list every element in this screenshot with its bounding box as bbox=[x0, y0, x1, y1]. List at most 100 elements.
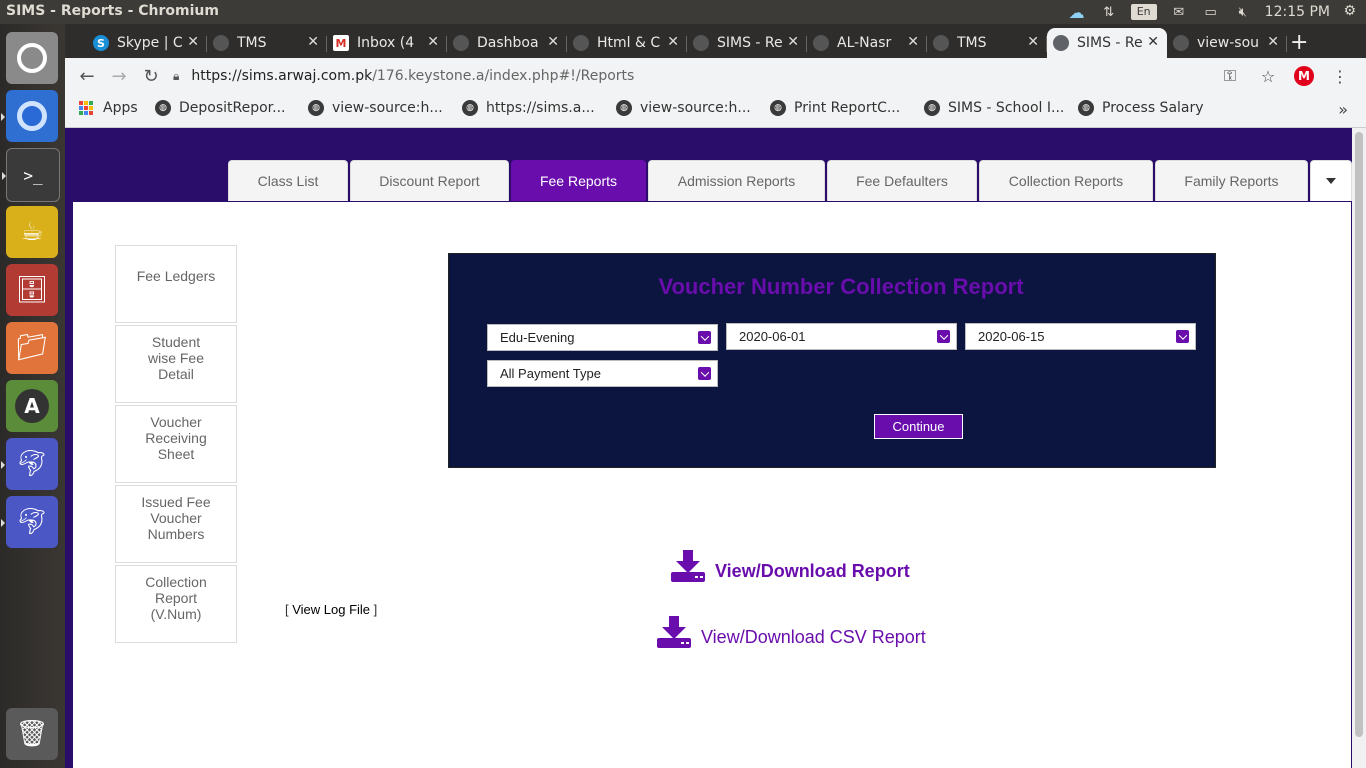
view-download-report-link[interactable]: View/Download Report bbox=[671, 550, 910, 582]
browser-tab[interactable]: Dashboa ✕ bbox=[447, 28, 567, 58]
tabs-more-dropdown[interactable] bbox=[1310, 160, 1352, 201]
tab-collection-reports[interactable]: Collection Reports bbox=[979, 160, 1153, 201]
bookmark-apps[interactable]: Apps bbox=[79, 100, 138, 116]
globe-icon: ◍ bbox=[155, 100, 171, 116]
page-scrollbar[interactable] bbox=[1352, 128, 1366, 768]
browser-tab[interactable]: S Skype | C ✕ bbox=[87, 28, 207, 58]
sidenav-voucher-receiving-sheet[interactable]: Voucher Receiving Sheet bbox=[115, 405, 237, 483]
view-log-file-link[interactable]: View Log File bbox=[292, 602, 370, 617]
forward-arrow-icon[interactable]: → bbox=[107, 64, 131, 88]
date-from-select[interactable]: 2020-06-01 bbox=[726, 323, 957, 350]
browser-tab[interactable]: SIMS - Re ✕ bbox=[1047, 28, 1167, 58]
scrollbar-thumb[interactable] bbox=[1355, 132, 1363, 737]
chromium-launcher-icon[interactable] bbox=[1, 90, 58, 142]
tab-fee-defaulters[interactable]: Fee Defaulters bbox=[827, 160, 977, 201]
volume-muted-icon[interactable]: 🔇︎ bbox=[1233, 4, 1253, 20]
bookmark-item[interactable]: ◍ view-source:h... bbox=[308, 100, 443, 116]
dolphin-launcher-icon-2[interactable]: 🐬︎ bbox=[1, 496, 58, 548]
sidenav-label: Voucher Receiving Sheet bbox=[145, 414, 207, 462]
sidenav-fee-ledgers[interactable]: Fee Ledgers bbox=[115, 245, 237, 323]
browser-tab[interactable]: M Inbox (4 ✕ bbox=[327, 28, 447, 58]
archive-launcher-icon[interactable]: 📁︎ bbox=[6, 322, 58, 374]
date-to-value: 2020-06-15 bbox=[978, 329, 1045, 344]
address-bar[interactable]: 🔒︎ https://sims.arwaj.com.pk/176.keyston… bbox=[173, 62, 1233, 90]
browser-tab[interactable]: TMS ✕ bbox=[927, 28, 1047, 58]
dolphin-launcher-icon[interactable]: 🐬︎ bbox=[1, 438, 58, 490]
bookmark-item[interactable]: ◍ https://sims.a... bbox=[462, 100, 595, 116]
bookmark-item[interactable]: ◍ Process Salary bbox=[1078, 100, 1204, 116]
globe-icon bbox=[213, 35, 229, 51]
bookmark-item[interactable]: ◍ Print ReportC... bbox=[770, 100, 900, 116]
globe-icon: ◍ bbox=[462, 100, 478, 116]
close-tab-icon[interactable]: ✕ bbox=[667, 34, 679, 50]
window-title: SIMS - Reports - Chromium bbox=[6, 3, 219, 19]
battery-icon[interactable]: ▭ bbox=[1201, 4, 1221, 20]
clock[interactable]: 12:15 PM bbox=[1265, 4, 1330, 20]
browser-tab[interactable]: SIMS - Re ✕ bbox=[687, 28, 807, 58]
close-tab-icon[interactable]: ✕ bbox=[307, 34, 319, 50]
close-tab-icon[interactable]: ✕ bbox=[787, 34, 799, 50]
bookmark-label: view-source:h... bbox=[640, 100, 751, 116]
payment-type-select[interactable]: All Payment Type bbox=[487, 360, 718, 387]
continue-button[interactable]: Continue bbox=[874, 414, 963, 439]
tab-discount-report[interactable]: Discount Report bbox=[350, 160, 509, 201]
profile-avatar[interactable]: M bbox=[1294, 66, 1314, 86]
files-launcher-icon[interactable]: 🗄︎ bbox=[6, 264, 58, 316]
tab-admission-reports[interactable]: Admission Reports bbox=[648, 160, 825, 201]
view-download-csv-link[interactable]: View/Download CSV Report bbox=[657, 616, 926, 648]
teapot-launcher-icon[interactable]: ☕ bbox=[6, 206, 58, 258]
mail-icon[interactable]: ✉ bbox=[1169, 4, 1189, 20]
chevron-down-icon bbox=[937, 330, 950, 343]
software-updater-icon[interactable]: A bbox=[6, 380, 58, 432]
globe-icon bbox=[1053, 35, 1069, 51]
close-tab-icon[interactable]: ✕ bbox=[427, 34, 439, 50]
globe-icon: ◍ bbox=[924, 100, 940, 116]
browser-tab[interactable]: view-sou ✕ bbox=[1167, 28, 1287, 58]
tab-family-reports[interactable]: Family Reports bbox=[1155, 160, 1308, 201]
browser-tab[interactable]: TMS ✕ bbox=[207, 28, 327, 58]
skype-tray-icon[interactable]: ☁ bbox=[1067, 3, 1087, 22]
close-tab-icon[interactable]: ✕ bbox=[1027, 34, 1039, 50]
reload-icon[interactable]: ↻ bbox=[139, 64, 163, 88]
tab-class-list[interactable]: Class List bbox=[228, 160, 348, 201]
tab-fee-reports[interactable]: Fee Reports bbox=[511, 160, 646, 201]
bookmarks-bar: Apps ◍ DepositRepor... ◍ view-source:h... … bbox=[65, 94, 1366, 128]
close-tab-icon[interactable]: ✕ bbox=[547, 34, 559, 50]
close-tab-icon[interactable]: ✕ bbox=[1147, 34, 1159, 50]
browser-tab[interactable]: AL-Nasr ✕ bbox=[807, 28, 927, 58]
campus-select-value: Edu-Evening bbox=[500, 330, 575, 345]
bookmark-star-icon[interactable]: ☆ bbox=[1256, 64, 1280, 88]
close-tab-icon[interactable]: ✕ bbox=[907, 34, 919, 50]
network-icon[interactable]: ⇅ bbox=[1099, 4, 1119, 20]
back-arrow-icon[interactable]: ← bbox=[75, 64, 99, 88]
close-tab-icon[interactable]: ✕ bbox=[1267, 34, 1279, 50]
report-tabs: Class List Discount Report Fee Reports A… bbox=[228, 160, 1354, 202]
globe-icon bbox=[693, 35, 709, 51]
campus-select[interactable]: Edu-Evening bbox=[487, 324, 718, 351]
download-icon bbox=[671, 550, 705, 582]
globe-icon bbox=[453, 35, 469, 51]
bookmark-item[interactable]: ◍ DepositRepor... bbox=[155, 100, 286, 116]
browser-tab-label: SIMS - Re bbox=[1077, 35, 1143, 51]
key-icon[interactable]: ⚿ bbox=[1218, 64, 1242, 88]
gmail-icon: M bbox=[333, 35, 349, 51]
keyboard-language-indicator[interactable]: En bbox=[1130, 4, 1157, 20]
sidenav-student-wise-fee-detail[interactable]: Student wise Fee Detail bbox=[115, 325, 237, 403]
kebab-menu-icon[interactable]: ⋮ bbox=[1328, 64, 1352, 88]
bookmark-label: DepositRepor... bbox=[179, 100, 286, 116]
terminal-launcher-icon[interactable]: >_ bbox=[2, 148, 60, 202]
sidenav-collection-report-vnum[interactable]: Collection Report (V.Num) bbox=[115, 565, 237, 643]
trash-icon[interactable]: 🗑︎ bbox=[6, 708, 58, 760]
close-tab-icon[interactable]: ✕ bbox=[187, 34, 199, 50]
bookmarks-overflow-chevron[interactable]: » bbox=[1338, 100, 1348, 119]
browser-tab[interactable]: Html & C ✕ bbox=[567, 28, 687, 58]
date-to-select[interactable]: 2020-06-15 bbox=[965, 323, 1196, 350]
bookmark-label: SIMS - School I... bbox=[948, 100, 1065, 116]
sidenav-issued-fee-voucher-numbers[interactable]: Issued Fee Voucher Numbers bbox=[115, 485, 237, 563]
bookmark-item[interactable]: ◍ view-source:h... bbox=[616, 100, 751, 116]
power-gear-icon[interactable]: ⚙ bbox=[1343, 3, 1356, 19]
new-tab-plus-icon[interactable]: + bbox=[1290, 30, 1308, 55]
ubuntu-dash-icon[interactable] bbox=[6, 32, 58, 84]
payment-type-value: All Payment Type bbox=[500, 366, 601, 381]
bookmark-item[interactable]: ◍ SIMS - School I... bbox=[924, 100, 1064, 116]
